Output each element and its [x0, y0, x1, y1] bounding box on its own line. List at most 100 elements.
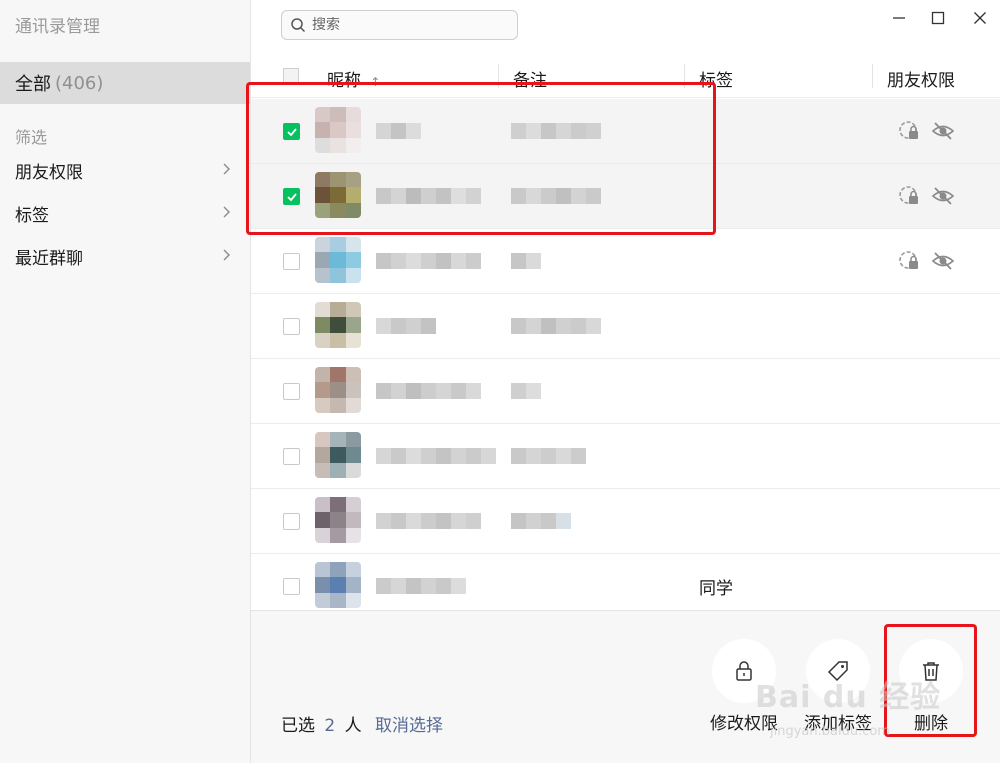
avatar	[315, 562, 361, 608]
minimize-button[interactable]	[887, 6, 911, 30]
moments-lock-icon	[899, 251, 918, 269]
modify-permission-button[interactable]: 修改权限	[709, 639, 779, 734]
permission-icons	[897, 249, 955, 273]
table-row[interactable]	[251, 489, 1000, 554]
search-input[interactable]	[312, 17, 502, 33]
eye-hidden-icon	[931, 187, 955, 205]
column-remark[interactable]: 备注	[513, 66, 547, 91]
row-checkbox[interactable]	[283, 578, 300, 595]
add-tag-button[interactable]: 添加标签	[803, 639, 873, 734]
column-divider	[684, 64, 685, 88]
eye-hidden-icon	[931, 252, 955, 270]
delete-button[interactable]: 删除	[896, 639, 966, 734]
maximize-button[interactable]	[926, 6, 950, 30]
sidebar-item-recent-groups[interactable]: 最近群聊	[0, 238, 250, 274]
modify-permission-label: 修改权限	[710, 714, 778, 734]
row-checkbox[interactable]	[283, 383, 300, 400]
filter-heading: 筛选	[15, 128, 48, 147]
sidebar-item-tags[interactable]: 标签	[0, 195, 250, 231]
column-tag[interactable]: 标签	[699, 66, 733, 91]
avatar	[315, 302, 361, 348]
nickname-blurred	[376, 448, 496, 464]
add-tag-label: 添加标签	[804, 714, 872, 734]
table-header: 昵称 ↑ 备注 标签 朋友权限	[251, 56, 1000, 98]
column-nickname-label: 昵称	[327, 71, 361, 91]
table-row[interactable]	[251, 229, 1000, 294]
cancel-selection-link[interactable]: 取消选择	[375, 716, 443, 736]
delete-circle[interactable]	[899, 639, 963, 703]
column-nickname[interactable]: 昵称 ↑	[327, 66, 380, 91]
remark-blurred	[511, 383, 541, 399]
avatar	[315, 172, 361, 218]
chevron-right-icon	[223, 249, 230, 261]
nickname-blurred	[376, 253, 481, 269]
nickname-blurred	[376, 318, 436, 334]
main-panel: 昵称 ↑ 备注 标签 朋友权限	[251, 0, 1000, 763]
row-checkbox[interactable]	[283, 513, 300, 530]
nickname-blurred	[376, 188, 481, 204]
eye-hidden-icon	[931, 122, 955, 140]
select-all-checkbox[interactable]	[283, 68, 299, 84]
table-row[interactable]	[251, 359, 1000, 424]
column-divider	[872, 64, 873, 88]
sidebar-item-friend-permission[interactable]: 朋友权限	[0, 152, 250, 188]
table-row[interactable]	[251, 164, 1000, 229]
selected-count: 2	[324, 716, 336, 736]
moments-lock-icon	[899, 186, 918, 204]
close-icon	[974, 12, 986, 24]
sidebar-item-label: 最近群聊	[15, 248, 83, 269]
sidebar-item-all-label: 全部	[15, 74, 51, 95]
row-tag: 同学	[699, 579, 733, 599]
table-row[interactable]	[251, 424, 1000, 489]
chevron-right-icon	[223, 206, 230, 218]
checkmark-icon	[287, 128, 297, 137]
table-row[interactable]	[251, 294, 1000, 359]
action-footer: 已选 2 人 取消选择 修改权限 添加标签 删除	[251, 610, 1000, 763]
selection-summary: 已选 2 人 取消选择	[281, 711, 443, 736]
modify-permission-circle[interactable]	[712, 639, 776, 703]
remark-blurred	[511, 253, 541, 269]
row-checkbox[interactable]	[283, 448, 300, 465]
avatar	[315, 432, 361, 478]
remark-blurred	[511, 123, 601, 139]
search-icon	[291, 18, 306, 33]
nickname-blurred	[376, 578, 466, 594]
checkmark-icon	[287, 193, 297, 202]
remark-blurred	[511, 188, 601, 204]
remark-blurred	[511, 318, 601, 334]
selected-prefix: 已选	[281, 716, 315, 736]
avatar	[315, 367, 361, 413]
table-row[interactable]	[251, 99, 1000, 164]
add-tag-circle[interactable]	[806, 639, 870, 703]
nickname-blurred	[376, 513, 481, 529]
avatar	[315, 497, 361, 543]
permission-icons	[897, 184, 955, 208]
minimize-icon	[893, 17, 905, 19]
nickname-blurred	[376, 383, 481, 399]
nickname-blurred	[376, 123, 421, 139]
app-title: 通讯录管理	[15, 17, 100, 37]
avatar	[315, 237, 361, 283]
row-checkbox[interactable]	[283, 318, 300, 335]
delete-label: 删除	[914, 714, 948, 734]
sidebar-item-all[interactable]: 全部 (406)	[0, 62, 250, 104]
moments-lock-icon	[899, 121, 918, 139]
trash-icon	[923, 662, 939, 681]
row-checkbox[interactable]	[283, 188, 300, 205]
search-box[interactable]	[281, 10, 518, 40]
sidebar-item-label: 标签	[15, 205, 49, 226]
selected-suffix: 人	[344, 716, 362, 736]
contact-count: (406)	[55, 72, 104, 94]
maximize-icon	[931, 11, 945, 25]
row-checkbox[interactable]	[283, 253, 300, 270]
row-checkbox[interactable]	[283, 123, 300, 140]
chevron-right-icon	[223, 163, 230, 175]
remark-blurred	[511, 513, 571, 529]
column-divider	[498, 64, 499, 88]
remark-blurred	[511, 448, 586, 464]
column-permission[interactable]: 朋友权限	[887, 66, 955, 91]
permission-icons	[897, 119, 955, 143]
sidebar: 通讯录管理 全部 (406) 筛选 朋友权限 标签 最近群聊	[0, 0, 251, 763]
close-button[interactable]	[968, 6, 992, 30]
tag-icon	[827, 661, 848, 682]
